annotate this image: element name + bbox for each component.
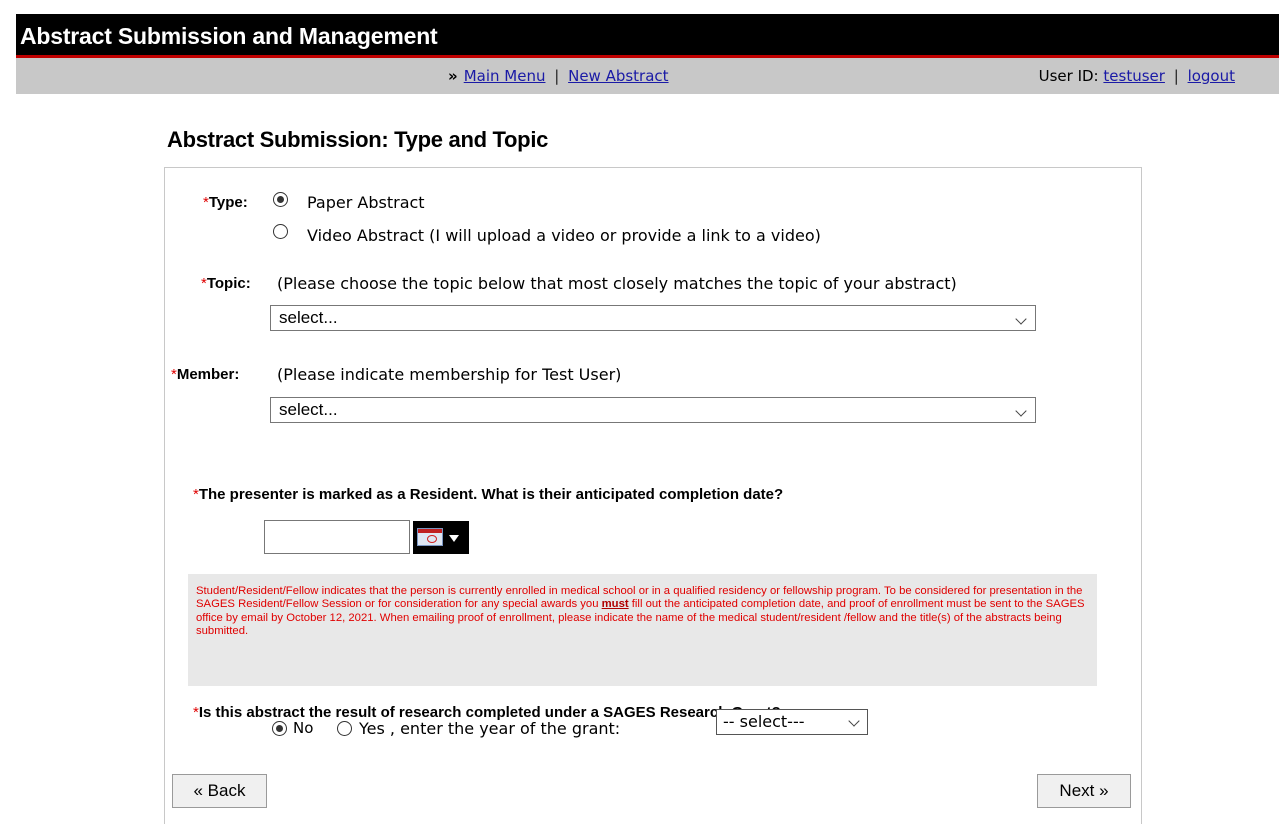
member-select[interactable]: select...	[270, 397, 1036, 423]
main-menu-link[interactable]: Main Menu	[464, 67, 546, 85]
logout-link[interactable]: logout	[1188, 67, 1235, 85]
nav-links: » Main Menu | New Abstract	[448, 67, 669, 85]
member-label-text: Member:	[176, 366, 240, 383]
type-label: *Type:	[203, 194, 248, 211]
user-info: User ID: testuser | logout	[1039, 67, 1235, 85]
nav-separator: |	[554, 67, 560, 85]
grant-yes-radio[interactable]	[337, 721, 352, 736]
app-header: Abstract Submission and Management	[16, 14, 1279, 58]
type-paper-label: Paper Abstract	[307, 193, 425, 212]
enrollment-note: Student/Resident/Fellow indicates that t…	[188, 574, 1097, 686]
new-abstract-link[interactable]: New Abstract	[568, 67, 668, 85]
resident-question: *The presenter is marked as a Resident. …	[193, 486, 783, 503]
next-button[interactable]: Next »	[1037, 774, 1131, 808]
member-select-value: select...	[279, 400, 338, 419]
grant-no-radio[interactable]	[272, 721, 287, 736]
grant-year-select[interactable]: -- select---	[716, 709, 868, 735]
grant-year-value: -- select---	[723, 712, 805, 731]
type-label-text: Type:	[208, 194, 248, 211]
dropdown-arrow-icon	[449, 535, 459, 542]
chevron-down-icon	[1015, 405, 1027, 417]
calendar-icon	[417, 528, 443, 546]
topic-label: *Topic:	[201, 275, 251, 292]
back-button[interactable]: « Back	[172, 774, 267, 808]
note-must: must	[601, 598, 629, 611]
type-paper-radio[interactable]	[273, 192, 288, 207]
chevron-down-icon	[1015, 313, 1027, 325]
type-video-radio[interactable]	[273, 224, 288, 239]
grant-no-label: No	[293, 719, 314, 737]
username-link[interactable]: testuser	[1103, 67, 1165, 85]
calendar-picker-button[interactable]	[413, 521, 469, 554]
completion-date-input[interactable]	[264, 520, 410, 554]
user-id-label: User ID:	[1038, 67, 1099, 85]
grant-yes-label: Yes , enter the year of the grant:	[359, 719, 621, 738]
user-separator: |	[1173, 67, 1179, 85]
member-label: *Member:	[171, 366, 239, 383]
type-video-label: Video Abstract (I will upload a video or…	[307, 226, 821, 245]
app-title: Abstract Submission and Management	[20, 23, 438, 49]
topic-select-value: select...	[279, 308, 338, 327]
topic-hint: (Please choose the topic below that most…	[277, 274, 957, 293]
page-title: Abstract Submission: Type and Topic	[167, 127, 549, 152]
topic-select[interactable]: select...	[270, 305, 1036, 331]
chevron-down-icon	[848, 715, 860, 727]
resident-question-text: The presenter is marked as a Resident. W…	[198, 486, 784, 503]
member-hint: (Please indicate membership for Test Use…	[277, 365, 622, 384]
topic-label-text: Topic:	[206, 275, 251, 292]
nav-arrow-icon: »	[448, 67, 458, 85]
nav-bar: » Main Menu | New Abstract User ID: testu…	[16, 58, 1279, 94]
